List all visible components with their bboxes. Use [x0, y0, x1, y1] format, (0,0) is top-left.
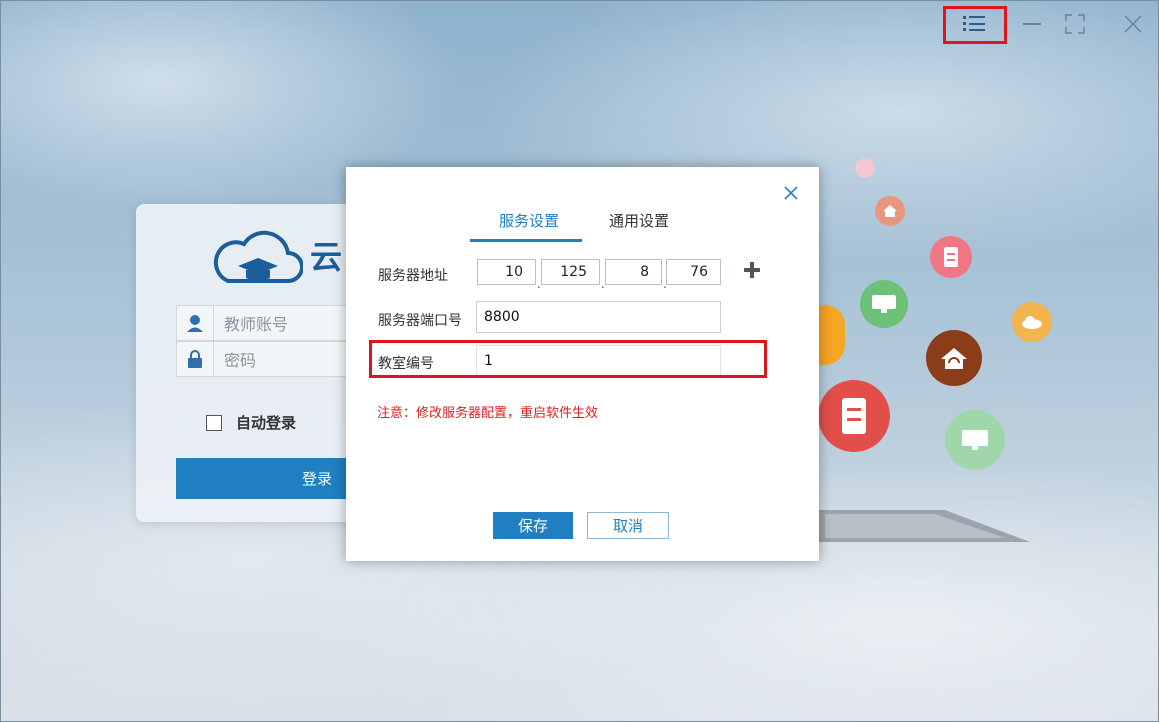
window-border — [0, 0, 1159, 722]
